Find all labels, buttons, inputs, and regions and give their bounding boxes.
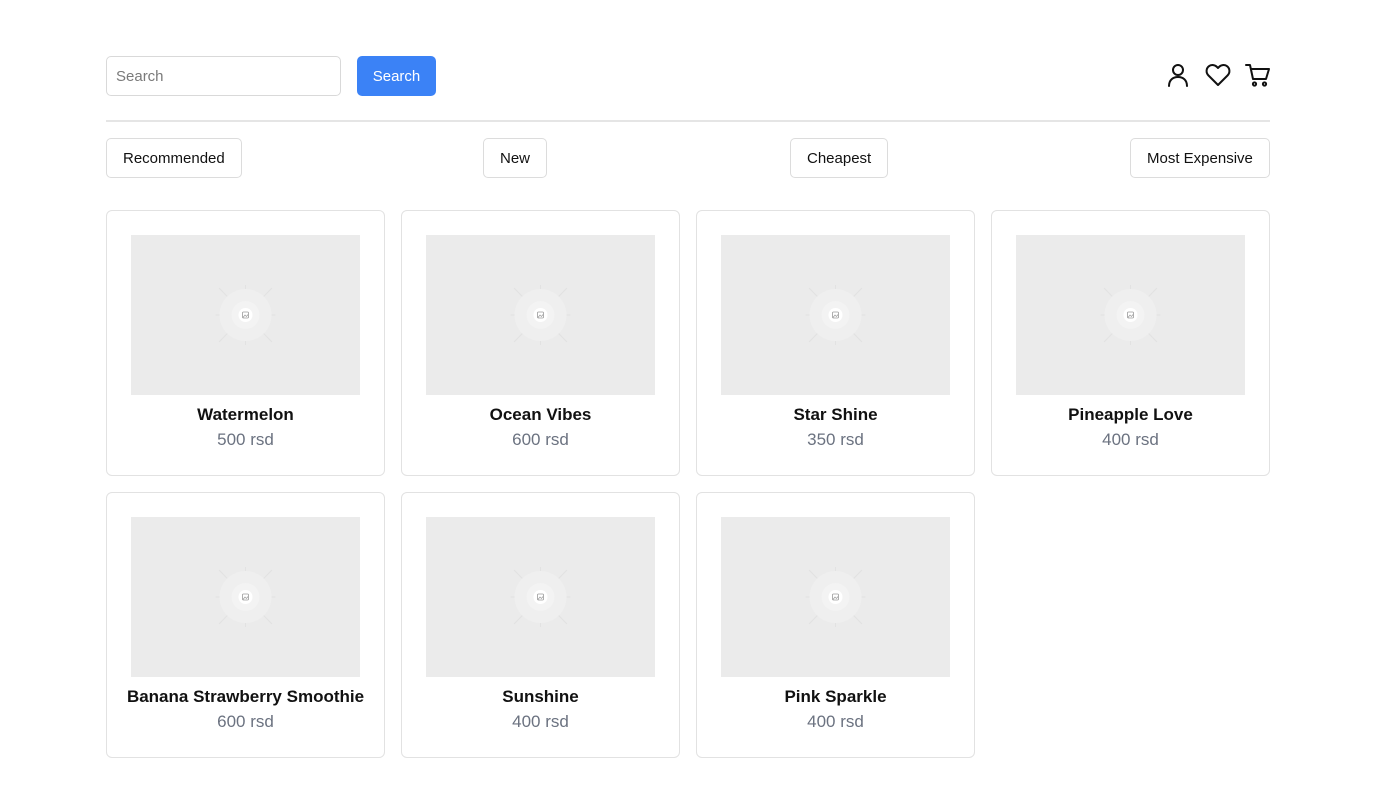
- product-name: Banana Strawberry Smoothie: [126, 687, 365, 706]
- sort-recommended-button[interactable]: Recommended: [106, 138, 242, 178]
- product-card[interactable]: Banana Strawberry Smoothie 600 rsd: [106, 492, 385, 758]
- product-card[interactable]: Pink Sparkle 400 rsd: [696, 492, 975, 758]
- sort-most-expensive-button[interactable]: Most Expensive: [1130, 138, 1270, 178]
- product-name: Star Shine: [793, 405, 878, 424]
- cart-icon[interactable]: [1245, 62, 1271, 88]
- product-image-placeholder: [131, 517, 360, 677]
- image-placeholder-icon: [215, 285, 276, 345]
- product-image-placeholder: [721, 235, 950, 395]
- product-price: 400 rsd: [807, 712, 864, 731]
- search-button[interactable]: Search: [357, 56, 436, 96]
- product-price: 500 rsd: [217, 430, 274, 449]
- image-placeholder-icon: [510, 285, 571, 345]
- sort-new-button[interactable]: New: [483, 138, 548, 178]
- image-placeholder-icon: [510, 567, 571, 627]
- product-name: Pink Sparkle: [784, 687, 887, 706]
- image-placeholder-icon: [215, 567, 276, 627]
- product-price: 350 rsd: [807, 430, 864, 449]
- product-card[interactable]: Star Shine 350 rsd: [696, 210, 975, 476]
- user-icon[interactable]: [1165, 62, 1191, 88]
- product-price: 600 rsd: [217, 712, 274, 731]
- product-price: 600 rsd: [512, 430, 569, 449]
- product-card[interactable]: Sunshine 400 rsd: [401, 492, 680, 758]
- image-placeholder-icon: [805, 567, 866, 627]
- product-card[interactable]: Watermelon 500 rsd: [106, 210, 385, 476]
- product-name: Ocean Vibes: [489, 405, 592, 424]
- product-image-placeholder: [721, 517, 950, 677]
- product-image-placeholder: [426, 517, 655, 677]
- product-name: Sunshine: [502, 687, 579, 706]
- heart-icon[interactable]: [1205, 62, 1231, 88]
- product-image-placeholder: [1016, 235, 1245, 395]
- search-input[interactable]: [106, 56, 341, 96]
- product-price: 400 rsd: [512, 712, 569, 731]
- product-name: Pineapple Love: [1068, 405, 1193, 424]
- product-image-placeholder: [426, 235, 655, 395]
- product-name: Watermelon: [197, 405, 294, 424]
- product-price: 400 rsd: [1102, 430, 1159, 449]
- product-image-placeholder: [131, 235, 360, 395]
- header-divider: [106, 120, 1270, 122]
- shop-page: Search Recommended New Cheapest Most Exp…: [0, 0, 1376, 806]
- image-placeholder-icon: [1100, 285, 1161, 345]
- image-placeholder-icon: [805, 285, 866, 345]
- product-card[interactable]: Pineapple Love 400 rsd: [991, 210, 1270, 476]
- sort-cheapest-button[interactable]: Cheapest: [790, 138, 889, 178]
- product-card[interactable]: Ocean Vibes 600 rsd: [401, 210, 680, 476]
